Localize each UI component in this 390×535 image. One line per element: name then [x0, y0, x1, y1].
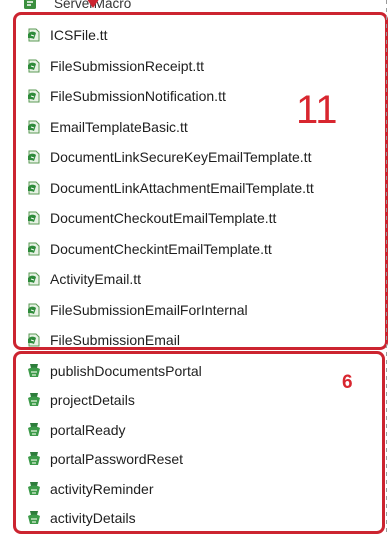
tree-item[interactable]: portalReady: [16, 415, 382, 445]
tree-item[interactable]: DocumentCheckoutEmailTemplate.tt: [16, 203, 385, 234]
portal-template-icon: [28, 481, 40, 495]
tree-item-label: EmailTemplateBasic.tt: [50, 118, 188, 135]
highlight-arrow: [86, 0, 100, 8]
template-file-icon: [28, 333, 40, 347]
portal-template-icon: [28, 393, 40, 407]
template-file-icon: [28, 59, 40, 73]
portal-group-highlight: publishDocumentsPortal projectDetails port…: [13, 351, 385, 534]
tree-item[interactable]: DocumentLinkAttachmentEmailTemplate.tt: [16, 173, 385, 204]
template-file-icon: [28, 181, 40, 195]
portal-template-icon: [28, 452, 40, 466]
template-file-icon: [28, 211, 40, 225]
portal-template-icon: [28, 511, 40, 525]
tree-item[interactable]: projectDetails: [16, 386, 382, 416]
template-tree: ServerMacro ICSFile.tt FileSubmissionRece…: [0, 0, 390, 535]
tree-item-label: FileSubmissionNotification.tt: [50, 88, 226, 105]
template-file-icon: [28, 303, 40, 317]
tree-item-label: activityReminder: [50, 480, 154, 497]
tree-guide-line: [386, 0, 387, 535]
tree-item-label: ActivityEmail.tt: [50, 271, 142, 288]
tree-item[interactable]: activityDetails: [16, 504, 382, 534]
tree-item[interactable]: activityReminder: [16, 474, 382, 504]
portal-template-icon: [28, 363, 40, 377]
template-file-icon: [28, 272, 40, 286]
tree-item-label: ICSFile.tt: [50, 27, 108, 44]
template-file-icon: [28, 242, 40, 256]
tree-item[interactable]: ICSFile.tt: [16, 20, 385, 51]
portal-template-list: publishDocumentsPortal projectDetails port…: [16, 356, 382, 533]
portal-template-icon: [28, 422, 40, 436]
tree-item[interactable]: DocumentCheckintEmailTemplate.tt: [16, 234, 385, 265]
tree-item-label: activityDetails: [50, 510, 136, 527]
group-count-label: 11: [296, 88, 338, 132]
tree-item-label: DocumentCheckintEmailTemplate.tt: [50, 240, 272, 257]
template-group-highlight: ICSFile.tt FileSubmissionReceipt.tt FileSu…: [13, 12, 388, 350]
template-file-icon: [28, 28, 40, 42]
tree-item-label: DocumentCheckoutEmailTemplate.tt: [50, 210, 277, 227]
group-count-label: 6: [342, 372, 353, 393]
tree-item-label: FileSubmissionReceipt.tt: [50, 57, 205, 74]
tree-item[interactable]: FileSubmissionReceipt.tt: [16, 51, 385, 82]
tree-item-label: projectDetails: [50, 392, 135, 409]
tree-item[interactable]: FileSubmissionEmailForInternal: [16, 295, 385, 326]
tree-item-label: FileSubmissionEmailForInternal: [50, 301, 248, 318]
template-file-icon: [28, 150, 40, 164]
tree-item-label: FileSubmissionEmail: [50, 332, 180, 349]
tree-item[interactable]: DocumentLinkSecureKeyEmailTemplate.tt: [16, 142, 385, 173]
tree-item-label: publishDocumentsPortal: [50, 362, 202, 379]
tree-item-label: portalPasswordReset: [50, 451, 184, 468]
tree-item-label: DocumentLinkAttachmentEmailTemplate.tt: [50, 179, 314, 196]
tree-item-label: DocumentLinkSecureKeyEmailTemplate.tt: [50, 149, 312, 166]
tree-item[interactable]: portalPasswordReset: [16, 445, 382, 475]
tree-item[interactable]: publishDocumentsPortal: [16, 356, 382, 386]
tree-item[interactable]: ActivityEmail.tt: [16, 264, 385, 295]
tree-item-label: portalReady: [50, 421, 126, 438]
tree-item-partial[interactable]: ServerMacro: [22, 0, 131, 11]
template-file-icon: [24, 0, 36, 9]
template-file-icon: [28, 120, 40, 134]
template-list: ICSFile.tt FileSubmissionReceipt.tt FileSu…: [16, 20, 385, 356]
template-file-icon: [28, 89, 40, 103]
